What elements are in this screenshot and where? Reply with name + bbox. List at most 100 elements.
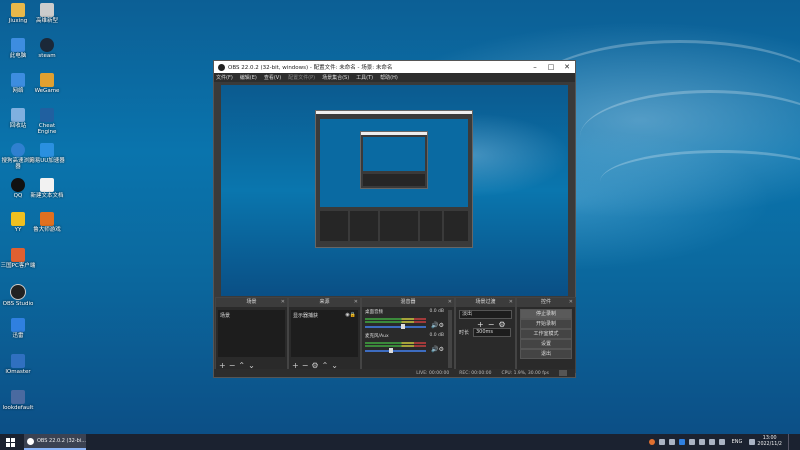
yy-icon	[11, 212, 25, 226]
volume-fader[interactable]	[365, 326, 426, 328]
nested-dock-transitions	[420, 211, 442, 241]
nested-dock-mixer	[380, 211, 418, 241]
audio-meter	[365, 321, 426, 323]
menu-help[interactable]: 帮助(H)	[380, 74, 398, 81]
maximize-icon[interactable]: □	[543, 63, 559, 71]
app-icon	[40, 3, 54, 17]
preview-canvas[interactable]	[221, 85, 568, 296]
transition-type-value: 淡出	[462, 311, 473, 317]
volume-fader[interactable]	[365, 350, 426, 352]
desktop-icon-iomaster[interactable]: IOmaster	[0, 354, 36, 375]
desktop-icon-cheat-engine[interactable]: Cheat Engine	[29, 108, 65, 135]
mixer-dock-title: 混音器 ✕	[362, 298, 454, 307]
desktop-icon-label: OBS Studio	[2, 301, 34, 307]
duration-input[interactable]: 300ms	[473, 328, 511, 337]
obs-icon	[27, 437, 34, 445]
obs-window: OBS 22.0.2 (32-bit, windows) - 配置文件: 未命名…	[213, 60, 576, 378]
volume-fader-knob[interactable]	[389, 348, 393, 353]
menu-tools[interactable]: 工具(T)	[356, 74, 373, 81]
mute-speaker-icon[interactable]: 🔊⚙	[431, 346, 444, 353]
audio-meter	[365, 318, 426, 320]
source-item[interactable]: 显示器捕获 ◉🔒	[291, 310, 358, 321]
status-bar: LIVE: 00:00:00 REC: 00:00:00 CPU: 1.9%, …	[214, 369, 575, 377]
mixer-track-db: 0.0 dB	[429, 333, 444, 338]
desktop-icon-gaoxian[interactable]: 高维新型	[29, 3, 65, 24]
visibility-eye-icon[interactable]: ◉🔒	[345, 312, 356, 319]
menu-view[interactable]: 查看(V)	[264, 74, 281, 81]
desktop-icon-label: 三国PC客户端	[0, 263, 36, 269]
minimize-icon[interactable]: –	[527, 63, 543, 71]
menu-bar: 文件(F) 编辑(E) 查看(V) 配置文件(P) 场景集合(S) 工具(T) …	[214, 73, 575, 82]
desktop-icon-wegame[interactable]: WeGame	[29, 73, 65, 94]
start-recording-button[interactable]: 开始录制	[520, 319, 572, 329]
menu-scene-collection[interactable]: 场景集合(S)	[322, 74, 349, 81]
obs-icon	[10, 284, 26, 300]
tray-app-icon[interactable]	[678, 439, 685, 445]
desktop-icon-lookdefault[interactable]: lookdefault	[0, 390, 36, 411]
mixer-track-desktop: 桌面音频 0.0 dB 🔊⚙	[365, 309, 444, 331]
input-method-icon[interactable]	[749, 439, 756, 445]
sources-dock: 来源 ✕ 显示器捕获 ◉🔒 +−⚙⌃⌄	[288, 297, 361, 373]
desktop-icon-label: 网易UU加速器	[29, 158, 65, 164]
transitions-dock: 场景过渡 ✕ 淡出 +−⚙ 时长 300ms	[455, 297, 516, 373]
network-icon[interactable]	[708, 439, 715, 445]
system-clock[interactable]: 13:00 2022/11/2	[757, 436, 782, 448]
desktop-icon-label: 新建文本文档	[30, 193, 64, 199]
dock-close-icon[interactable]: ✕	[281, 298, 285, 307]
transitions-dock-title: 场景过渡 ✕	[456, 298, 515, 307]
wegame-icon	[40, 73, 54, 87]
desktop-icon-label: IOmaster	[5, 369, 31, 375]
transition-type-select[interactable]: 淡出	[459, 310, 512, 319]
exit-button[interactable]: 退出	[520, 349, 572, 359]
desktop-icon-sanguo[interactable]: 三国PC客户端	[0, 248, 36, 269]
desktop-icon-new-text[interactable]: 新建文本文档	[29, 178, 65, 199]
menu-edit[interactable]: 编辑(E)	[240, 74, 257, 81]
desktop-icon-label: 高维新型	[35, 18, 58, 24]
desktop-icon-ludashi[interactable]: 鲁大师游戏	[29, 212, 65, 233]
menu-file[interactable]: 文件(F)	[216, 74, 233, 81]
computer-icon	[11, 38, 25, 52]
dock-close-icon[interactable]: ✕	[448, 298, 452, 307]
tray-app-icon[interactable]	[688, 439, 695, 445]
taskbar-item-obs[interactable]: OBS 22.0.2 (32-bi...	[24, 434, 86, 450]
dock-close-icon[interactable]: ✕	[354, 298, 358, 307]
tray-app-icon[interactable]	[658, 439, 665, 445]
desktop-icon-xunlei[interactable]: 迅雷	[0, 318, 36, 339]
browser-icon	[11, 143, 25, 157]
mixer-scrollbar[interactable]	[448, 310, 452, 368]
tray-app-icon[interactable]	[648, 439, 655, 445]
desktop-icon-uu[interactable]: 网易UU加速器	[29, 143, 65, 164]
uu-accelerator-icon	[40, 143, 54, 157]
start-button[interactable]	[0, 434, 20, 450]
rec-status: REC: 00:00:00	[459, 370, 492, 376]
scenes-list[interactable]: 场景	[218, 310, 285, 357]
desktop-icon-steam[interactable]: steam	[29, 38, 65, 59]
stop-recording-button[interactable]: 停止录制	[520, 309, 572, 319]
nested-obs-window-2	[360, 131, 428, 189]
resize-grip-icon[interactable]	[559, 370, 567, 376]
scenes-dock: 场景 ✕ 场景 +−⌃⌄	[215, 297, 288, 373]
volume-icon[interactable]	[718, 439, 725, 445]
dock-close-icon[interactable]: ✕	[509, 298, 513, 307]
studio-mode-button[interactable]: 工作室模式	[520, 329, 572, 339]
nested-dock-sources	[350, 211, 378, 241]
input-language[interactable]: ENG	[732, 439, 743, 445]
volume-fader-knob[interactable]	[401, 324, 405, 329]
settings-button[interactable]: 设置	[520, 339, 572, 349]
close-icon[interactable]: ✕	[559, 63, 575, 71]
xunlei-icon	[11, 318, 25, 332]
show-desktop-button[interactable]	[788, 434, 792, 450]
tray-app-icon[interactable]	[668, 439, 675, 445]
dock-close-icon[interactable]: ✕	[569, 298, 573, 307]
windows-logo-icon	[5, 437, 15, 447]
mute-speaker-icon[interactable]: 🔊⚙	[431, 322, 444, 329]
tray-app-icon[interactable]	[698, 439, 705, 445]
mixer-dock: 混音器 ✕ 桌面音频 0.0 dB 🔊⚙ 麦克风/Aux 0.0 dB 🔊⚙	[361, 297, 455, 373]
window-titlebar[interactable]: OBS 22.0.2 (32-bit, windows) - 配置文件: 未命名…	[214, 61, 575, 73]
menu-profile[interactable]: 配置文件(P)	[288, 74, 315, 81]
sources-list[interactable]: 显示器捕获 ◉🔒	[291, 310, 358, 357]
desktop-icon-obs[interactable]: OBS Studio	[0, 284, 36, 307]
duration-value: 300ms	[476, 329, 494, 335]
window-title: OBS 22.0.2 (32-bit, windows) - 配置文件: 未命名…	[228, 65, 393, 71]
scene-item[interactable]: 场景	[218, 310, 285, 321]
